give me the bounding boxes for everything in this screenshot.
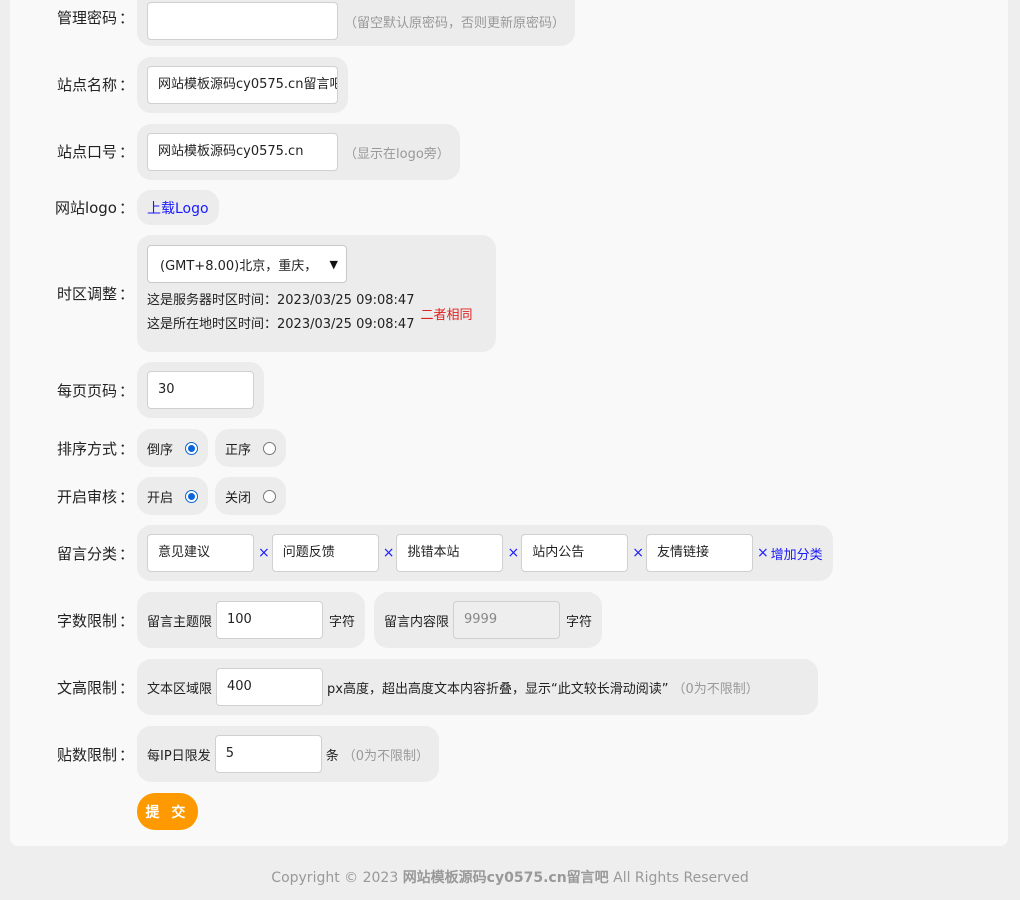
- add-category-link[interactable]: 增加分类: [771, 544, 823, 563]
- sort-desc-label: 倒序: [147, 442, 174, 458]
- review-on-label: 开启: [147, 490, 174, 506]
- post-limit-label: 贴数限制：: [56, 746, 134, 764]
- categories-group: 意见建议 × 问题反馈 × 挑错本站 × 站内公告 × 友情链接 × 增加分类: [137, 525, 833, 581]
- slogan-hint: （显示在logo旁）: [344, 146, 450, 162]
- height-limit-suffix: px高度，超出高度文本内容折叠，显示“此文较长滑动阅读”: [327, 681, 669, 697]
- content-limit-input[interactable]: 9999: [453, 601, 561, 639]
- per-page-input[interactable]: 30: [147, 371, 254, 409]
- slogan-group: 网站模板源码cy0575.cn （显示在logo旁）: [137, 124, 460, 180]
- timezone-select[interactable]: (GMT+8.00)北京，重庆， ▼: [147, 245, 347, 283]
- review-on-radio[interactable]: [185, 489, 199, 503]
- sort-label: 排序方式：: [56, 440, 134, 458]
- admin-password-label: 管理密码：: [56, 9, 134, 27]
- content-limit-unit: 字符: [566, 614, 593, 630]
- title-limit-unit: 字符: [329, 614, 356, 630]
- sort-asc-label: 正序: [225, 442, 252, 458]
- height-limit-hint: （0为不限制）: [672, 681, 759, 697]
- admin-password-input[interactable]: [147, 2, 338, 40]
- sort-desc-option[interactable]: 倒序: [137, 429, 209, 467]
- slogan-input[interactable]: 网站模板源码cy0575.cn: [147, 133, 338, 171]
- content-limit-group: 留言内容限 9999 字符: [374, 592, 603, 648]
- sort-asc-option[interactable]: 正序: [215, 429, 287, 467]
- site-name-group: 网站模板源码cy0575.cn留言吧: [137, 57, 348, 113]
- site-name-label: 站点名称：: [56, 76, 134, 94]
- per-page-group: 30: [137, 362, 264, 418]
- review-off-radio[interactable]: [263, 489, 277, 503]
- post-limit-hint: （0为不限制）: [342, 748, 429, 764]
- review-off-label: 关闭: [225, 490, 252, 506]
- category-input[interactable]: 友情链接: [645, 534, 753, 572]
- logo-label: 网站logo：: [54, 199, 134, 217]
- remove-category-icon[interactable]: ×: [258, 545, 270, 561]
- height-limit-prefix: 文本区域限: [147, 681, 213, 697]
- remove-category-icon[interactable]: ×: [632, 545, 644, 561]
- post-limit-input[interactable]: 5: [214, 735, 322, 773]
- sort-desc-radio[interactable]: [185, 441, 199, 455]
- word-limit-label: 字数限制：: [56, 612, 134, 630]
- timezone-selected: (GMT+8.00)北京，重庆，: [160, 258, 318, 274]
- admin-password-group: （留空默认原密码，否则更新原密码）: [137, 0, 576, 46]
- time-compare-note: 二者相同: [420, 307, 473, 323]
- upload-logo-link[interactable]: 上载Logo: [147, 198, 209, 218]
- title-limit-group: 留言主题限 100 字符: [137, 592, 366, 648]
- server-time: 这是服务器时区时间：2023/03/25 09:08:47: [147, 293, 415, 308]
- title-limit-label: 留言主题限: [147, 614, 213, 630]
- review-on-option[interactable]: 开启: [137, 477, 209, 515]
- category-input[interactable]: 意见建议: [147, 534, 254, 572]
- timezone-group: (GMT+8.00)北京，重庆， ▼ 这是服务器时区时间：2023/03/25 …: [137, 235, 496, 352]
- per-page-label: 每页页码：: [56, 382, 134, 400]
- site-name-input[interactable]: 网站模板源码cy0575.cn留言吧: [147, 66, 338, 104]
- footer-rights: All Rights Reserved: [608, 870, 749, 886]
- review-off-option[interactable]: 关闭: [215, 477, 287, 515]
- category-input[interactable]: 站内公告: [521, 534, 629, 572]
- submit-button[interactable]: 提 交: [137, 793, 198, 830]
- review-label: 开启审核：: [56, 488, 134, 506]
- height-limit-input[interactable]: 400: [216, 668, 324, 706]
- local-time: 这是所在地时区时间：2023/03/25 09:08:47: [147, 317, 415, 332]
- remove-category-icon[interactable]: ×: [507, 545, 519, 561]
- remove-category-icon[interactable]: ×: [383, 545, 395, 561]
- post-limit-group: 每IP日限发 5 条 （0为不限制）: [137, 726, 439, 782]
- height-limit-label: 文高限制：: [56, 679, 134, 697]
- footer: Copyright © 2023 网站模板源码cy0575.cn留言吧 All …: [0, 856, 1020, 900]
- remove-category-icon[interactable]: ×: [757, 545, 769, 561]
- timezone-label: 时区调整：: [56, 285, 134, 303]
- height-limit-group: 文本区域限 400 px高度，超出高度文本内容折叠，显示“此文较长滑动阅读” （…: [137, 659, 818, 715]
- title-limit-input[interactable]: 100: [216, 601, 324, 639]
- post-limit-suffix: 条: [325, 748, 339, 764]
- chevron-down-icon: ▼: [329, 257, 338, 271]
- categories-label: 留言分类：: [56, 545, 134, 563]
- admin-password-hint: （留空默认原密码，否则更新原密码）: [344, 15, 566, 31]
- slogan-label: 站点口号：: [56, 143, 134, 161]
- footer-copyright: Copyright © 2023: [271, 870, 403, 886]
- post-limit-prefix: 每IP日限发: [147, 748, 211, 764]
- content-limit-label: 留言内容限: [384, 614, 450, 630]
- sort-asc-radio[interactable]: [263, 441, 277, 455]
- logo-group: 上载Logo: [137, 190, 219, 225]
- category-input[interactable]: 问题反馈: [271, 534, 379, 572]
- footer-site-name: 网站模板源码cy0575.cn留言吧: [402, 870, 609, 886]
- category-input[interactable]: 挑错本站: [396, 534, 504, 572]
